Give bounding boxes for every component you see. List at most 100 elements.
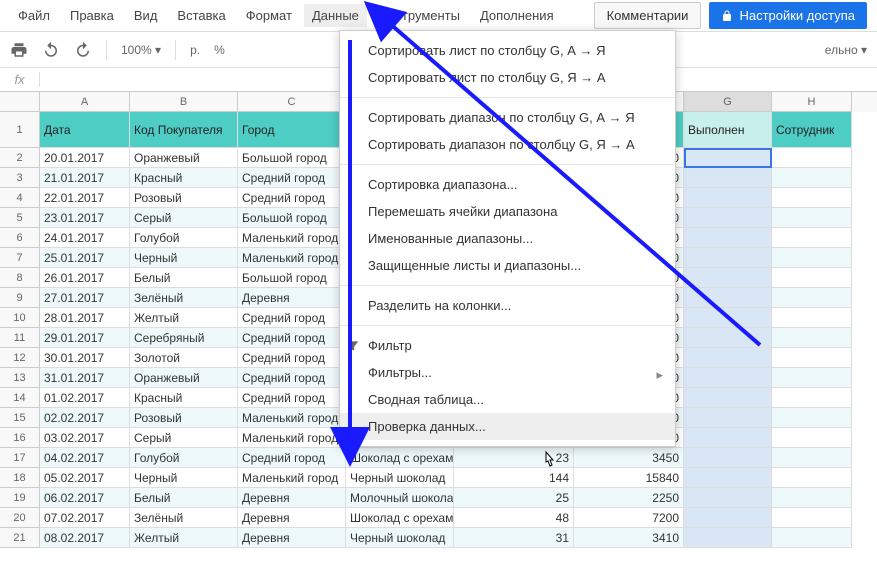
cell[interactable] <box>772 248 852 268</box>
menu-sort-range[interactable]: Сортировка диапазона... <box>340 171 675 198</box>
cell[interactable]: Серый <box>130 208 238 228</box>
cell[interactable]: 144 <box>454 468 574 488</box>
cell[interactable] <box>772 288 852 308</box>
cell[interactable] <box>684 388 772 408</box>
menu-sort-sheet-az[interactable]: Сортировать лист по столбцу G, А → Я <box>340 37 675 64</box>
cell[interactable]: Красный <box>130 168 238 188</box>
cell[interactable]: 15840 <box>574 468 684 488</box>
cell[interactable]: Голубой <box>130 228 238 248</box>
cell[interactable] <box>684 188 772 208</box>
col-header-H[interactable]: H <box>772 92 852 112</box>
cell[interactable]: Средний город <box>238 348 346 368</box>
menu-format[interactable]: Формат <box>238 4 300 27</box>
cell[interactable]: 20.01.2017 <box>40 148 130 168</box>
cell[interactable] <box>684 228 772 248</box>
cell[interactable]: 29.01.2017 <box>40 328 130 348</box>
row-header[interactable]: 14 <box>0 388 40 408</box>
menu-pivot-table[interactable]: Сводная таблица... <box>340 386 675 413</box>
cell[interactable]: Зелёный <box>130 288 238 308</box>
menu-protected-sheets[interactable]: Защищенные листы и диапазоны... <box>340 252 675 279</box>
cell[interactable] <box>684 168 772 188</box>
menu-file[interactable]: Файл <box>10 4 58 27</box>
cell[interactable] <box>684 508 772 528</box>
cell[interactable]: Маленький город <box>238 228 346 248</box>
currency-format[interactable]: р. <box>190 43 200 57</box>
cell[interactable]: Голубой <box>130 448 238 468</box>
cell[interactable]: 04.02.2017 <box>40 448 130 468</box>
redo-icon[interactable] <box>74 41 92 59</box>
cell[interactable] <box>772 428 852 448</box>
cell[interactable]: Молочный шоколад <box>346 488 454 508</box>
comments-button[interactable]: Комментарии <box>594 2 702 29</box>
cell[interactable] <box>684 148 772 168</box>
menu-data[interactable]: Данные <box>304 4 367 27</box>
cell[interactable]: Средний город <box>238 188 346 208</box>
cell[interactable]: 24.01.2017 <box>40 228 130 248</box>
menu-insert[interactable]: Вставка <box>169 4 233 27</box>
row-header[interactable]: 9 <box>0 288 40 308</box>
menu-named-ranges[interactable]: Именованные диапазоны... <box>340 225 675 252</box>
cell[interactable]: Деревня <box>238 528 346 548</box>
cell[interactable]: Маленький город <box>238 408 346 428</box>
cell[interactable]: 21.01.2017 <box>40 168 130 188</box>
cell[interactable] <box>772 388 852 408</box>
cell[interactable]: 23 <box>454 448 574 468</box>
cell[interactable]: 25.01.2017 <box>40 248 130 268</box>
menu-filter-views[interactable]: Фильтры...▸ <box>340 359 675 386</box>
cell[interactable]: Большой город <box>238 208 346 228</box>
cell[interactable] <box>772 208 852 228</box>
cell[interactable]: 31 <box>454 528 574 548</box>
cell[interactable]: 27.01.2017 <box>40 288 130 308</box>
cell[interactable]: Маленький город <box>238 248 346 268</box>
cell[interactable]: Белый <box>130 488 238 508</box>
cell[interactable]: Серебряный <box>130 328 238 348</box>
row-header[interactable]: 19 <box>0 488 40 508</box>
menu-data-validation[interactable]: Проверка данных... <box>340 413 675 440</box>
header-cell[interactable]: Код Покупателя <box>130 112 238 148</box>
cell[interactable] <box>684 468 772 488</box>
menu-filter[interactable]: Фильтр <box>340 332 675 359</box>
col-header-G[interactable]: G <box>684 92 772 112</box>
cell[interactable]: Оранжевый <box>130 368 238 388</box>
cell[interactable]: Средний город <box>238 168 346 188</box>
cell[interactable] <box>772 368 852 388</box>
cell[interactable] <box>684 488 772 508</box>
cell[interactable] <box>684 308 772 328</box>
cell[interactable] <box>772 188 852 208</box>
row-header[interactable]: 11 <box>0 328 40 348</box>
cell[interactable]: 08.02.2017 <box>40 528 130 548</box>
row-header[interactable]: 16 <box>0 428 40 448</box>
percent-format[interactable]: % <box>214 43 225 57</box>
cell[interactable]: 31.01.2017 <box>40 368 130 388</box>
cell[interactable]: Шоколад с орехами <box>346 508 454 528</box>
cell[interactable]: Черный шоколад <box>346 528 454 548</box>
cell[interactable]: Розовый <box>130 188 238 208</box>
cell[interactable]: Большой город <box>238 148 346 168</box>
cell[interactable]: 05.02.2017 <box>40 468 130 488</box>
cell[interactable] <box>772 168 852 188</box>
row-header[interactable]: 12 <box>0 348 40 368</box>
menu-sort-sheet-za[interactable]: Сортировать лист по столбцу G, Я → А <box>340 64 675 91</box>
cell[interactable]: Деревня <box>238 288 346 308</box>
cell[interactable]: Розовый <box>130 408 238 428</box>
row-header[interactable]: 8 <box>0 268 40 288</box>
cell[interactable] <box>684 448 772 468</box>
cell[interactable]: 22.01.2017 <box>40 188 130 208</box>
col-header-A[interactable]: A <box>40 92 130 112</box>
cell[interactable]: Красный <box>130 388 238 408</box>
header-cell[interactable]: Сотрудник <box>772 112 852 148</box>
row-header[interactable]: 15 <box>0 408 40 428</box>
row-header[interactable]: 1 <box>0 112 40 148</box>
cell[interactable]: 25 <box>454 488 574 508</box>
cell[interactable] <box>772 448 852 468</box>
row-header[interactable]: 3 <box>0 168 40 188</box>
cell[interactable]: 28.01.2017 <box>40 308 130 328</box>
cell[interactable]: Маленький город <box>238 428 346 448</box>
cell[interactable]: 23.01.2017 <box>40 208 130 228</box>
print-icon[interactable] <box>10 41 28 59</box>
cell[interactable] <box>684 248 772 268</box>
undo-icon[interactable] <box>42 41 60 59</box>
cell[interactable]: 07.02.2017 <box>40 508 130 528</box>
toolbar-truncated[interactable]: ельно ▾ <box>825 43 867 57</box>
row-header[interactable]: 2 <box>0 148 40 168</box>
